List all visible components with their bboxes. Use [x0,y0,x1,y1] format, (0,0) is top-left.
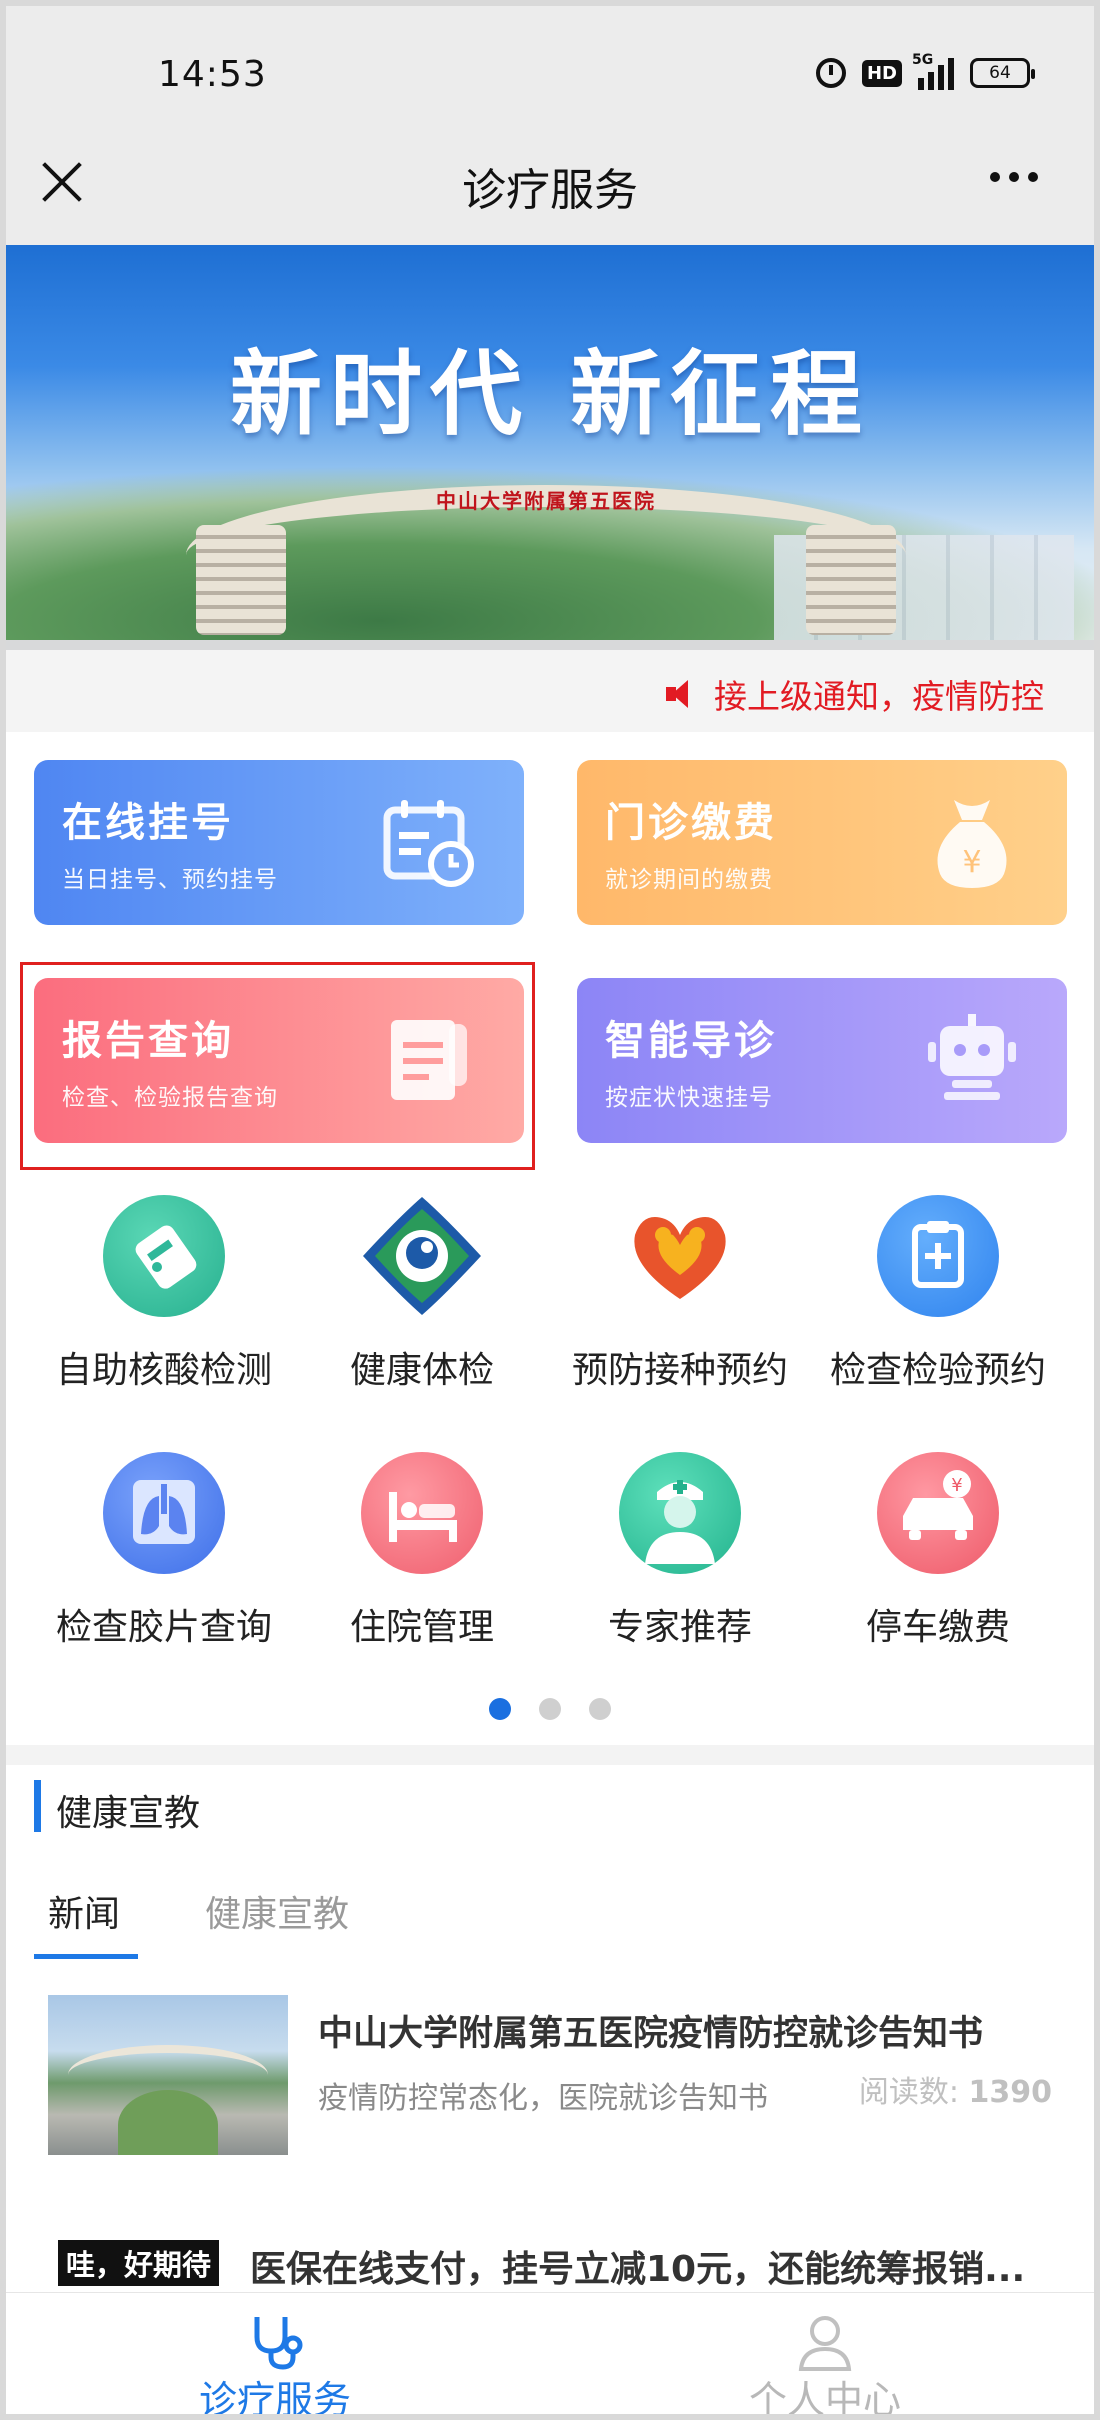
clipboard-plus-icon [877,1195,999,1317]
grid-label: 自助核酸检测 [55,1350,272,1391]
pager-dot[interactable] [489,1698,511,1720]
card-title: 智能导诊 [605,1018,777,1064]
speaker-icon [666,678,700,710]
bottom-nav-label: 个人中心 [748,2378,901,2420]
card-subtitle: 当日挂号、预约挂号 [62,867,278,893]
page-title: 诊疗服务 [462,165,638,216]
tab-active-indicator [34,1954,138,1959]
calendar-clock-icon [383,800,474,887]
gate-sign: 中山大学附属第五医院 [436,489,656,513]
pager-dot[interactable] [589,1698,611,1720]
grid-label: 检查胶片查询 [55,1607,272,1648]
article-thumbnail [48,1995,288,2155]
card-title: 在线挂号 [62,800,234,846]
alarm-icon [815,58,846,88]
bottom-nav-personal-center[interactable]: 个人中心 [550,2293,1100,2420]
grid-label: 停车缴费 [865,1607,1010,1648]
status-icons: HD 5G 64 [815,52,1035,90]
self-nucleic-acid-test[interactable]: 自助核酸检测 [34,1195,294,1393]
article-read-count: 阅读数: 1390 [859,2067,1052,2111]
film-query[interactable]: 检查胶片查询 [34,1452,294,1650]
expert-recommendation[interactable]: 专家推荐 [550,1452,810,1650]
grid-label: 检查检验预约 [829,1350,1046,1391]
outpatient-payment-card[interactable]: 门诊缴费 就诊期间的缴费 ¥ [577,760,1067,925]
article-summary: 疫情防控常态化，医院就诊告知书 [318,2081,768,2116]
bottom-nav: 诊疗服务 个人中心 [0,2292,1100,2420]
card-subtitle: 按症状快速挂号 [605,1085,773,1111]
person-icon [798,2316,852,2371]
grid-label: 专家推荐 [607,1607,752,1648]
inpatient-management[interactable]: 住院管理 [292,1452,552,1650]
pager-dot[interactable] [539,1698,561,1720]
more-icon[interactable] [990,172,1038,182]
vaccination-appointment[interactable]: 预防接种预约 [550,1195,810,1393]
network-type: 5G [912,52,934,68]
card-title: 门诊缴费 [605,800,777,846]
health-checkup[interactable]: 健康体检 [292,1195,552,1393]
notice-text: 接上级通知，疫情防控 [714,677,1044,716]
section-accent-bar [34,1780,41,1832]
article-title: 中山大学附属第五医院疫情防控就诊告知书 [318,2014,984,2054]
grid-label: 健康体检 [349,1350,494,1391]
grid-label: 住院管理 [349,1607,494,1648]
bottom-nav-label: 诊疗服务 [198,2378,351,2420]
card-subtitle: 就诊期间的缴费 [605,867,773,893]
hospital-gate-image: 中山大学附属第五医院 [186,485,906,635]
battery-icon: 64 [970,58,1035,88]
signal-icon: 5G [912,52,954,90]
doctor-icon [619,1452,741,1574]
hd-badge: HD [861,59,902,87]
promo-tag: 哇，好期待 [58,2240,220,2286]
section-divider [0,1745,1100,1765]
tab-news[interactable]: 新闻 [48,1885,120,1937]
selection-highlight [20,962,535,1170]
hospital-bed-icon [361,1452,483,1574]
bottom-nav-medical-services[interactable]: 诊疗服务 [0,2293,550,2420]
heart-hands-icon [619,1195,741,1317]
section-title: 健康宣教 [56,1793,201,1834]
online-registration-card[interactable]: 在线挂号 当日挂号、预约挂号 [34,760,524,925]
tab-health-education[interactable]: 健康宣教 [205,1885,349,1937]
robot-icon [928,1014,1016,1100]
banner-headline: 新时代 新征程 [229,341,871,448]
exam-test-appointment[interactable]: 检查检验预约 [808,1195,1068,1393]
smart-triage-card[interactable]: 智能导诊 按症状快速挂号 [577,978,1067,1143]
test-tube-icon [103,1195,225,1317]
banner[interactable]: 中山大学附属第五医院 新时代 新征程 [6,245,1094,650]
car-yen-icon: ¥ [877,1452,999,1574]
pager-dots [0,1698,1100,1720]
nav-bar: 诊疗服务 [0,110,1100,245]
promo-article-title[interactable]: 医保在线支付，挂号立减10元，还能统筹报销... [250,2240,1050,2292]
lungs-icon [103,1452,225,1574]
svg-text:¥: ¥ [951,1475,962,1496]
health-check-icon [361,1195,483,1317]
status-time: 14:53 [158,54,267,95]
grid-label: 预防接种预约 [571,1350,788,1391]
stethoscope-icon [254,2317,303,2370]
notice-bar[interactable]: 接上级通知，疫情防控 [0,650,1100,732]
money-bag-icon: ¥ [937,800,1007,888]
read-count: 1390 [968,2075,1053,2110]
parking-payment[interactable]: ¥ 停车缴费 [808,1452,1068,1650]
read-label: 阅读数: [858,2075,959,2110]
svg-text:¥: ¥ [962,845,981,880]
